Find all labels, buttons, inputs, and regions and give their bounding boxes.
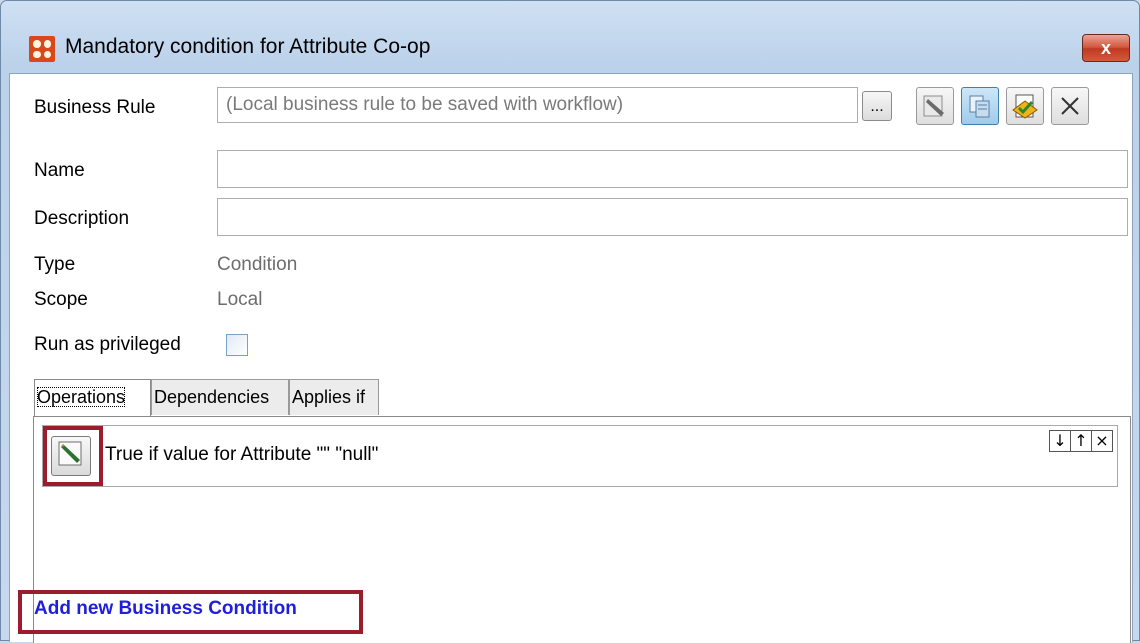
tab-operations[interactable]: Operations bbox=[34, 379, 151, 417]
dialog-body: Business Rule ... bbox=[9, 73, 1133, 643]
edit-rule-icon bbox=[922, 93, 948, 119]
scope-label: Scope bbox=[34, 289, 88, 310]
scope-value: Local bbox=[217, 289, 263, 310]
edit-condition-icon bbox=[56, 438, 86, 474]
close-button[interactable]: x bbox=[1082, 34, 1130, 62]
add-link-highlight: Add new Business Condition bbox=[18, 590, 363, 634]
tab-dependencies-label: Dependencies bbox=[154, 387, 270, 407]
edit-rule-button[interactable] bbox=[916, 87, 954, 125]
remove-operation-button[interactable]: × bbox=[1091, 430, 1113, 452]
edit-operation-button[interactable] bbox=[51, 436, 91, 476]
app-icon bbox=[29, 36, 55, 62]
business-rule-input[interactable] bbox=[217, 87, 858, 123]
tab-dependencies[interactable]: Dependencies bbox=[151, 379, 289, 415]
delete-rule-button[interactable] bbox=[1051, 87, 1089, 125]
tab-applies-if-label: Applies if bbox=[292, 387, 366, 407]
name-label: Name bbox=[34, 160, 85, 181]
dialog-window: Mandatory condition for Attribute Co-op … bbox=[0, 0, 1140, 643]
run-as-privileged-label: Run as privileged bbox=[34, 334, 181, 355]
operation-row[interactable]: True if value for Attribute "" "null" ↓ … bbox=[42, 425, 1118, 487]
window-title: Mandatory condition for Attribute Co-op bbox=[65, 35, 431, 58]
browse-business-rule-button[interactable]: ... bbox=[862, 91, 892, 121]
move-down-button[interactable]: ↓ bbox=[1049, 430, 1071, 452]
title-bar: Mandatory condition for Attribute Co-op … bbox=[1, 1, 1139, 73]
approve-rule-icon bbox=[1011, 92, 1039, 120]
tab-applies-if[interactable]: Applies if bbox=[289, 379, 379, 415]
name-input[interactable] bbox=[217, 150, 1128, 188]
move-up-button[interactable]: ↑ bbox=[1070, 430, 1092, 452]
run-as-privileged-checkbox[interactable] bbox=[226, 334, 248, 356]
business-rule-label: Business Rule bbox=[34, 97, 156, 118]
description-label: Description bbox=[34, 208, 130, 229]
approve-rule-button[interactable] bbox=[1006, 87, 1044, 125]
copy-rule-icon bbox=[967, 93, 993, 119]
delete-rule-icon bbox=[1058, 94, 1082, 118]
copy-rule-button[interactable] bbox=[961, 87, 999, 125]
row-controls: ↓ ↑ × bbox=[1049, 430, 1113, 452]
operation-text: True if value for Attribute "" "null" bbox=[105, 444, 379, 465]
type-label: Type bbox=[34, 254, 76, 275]
tab-operations-label: Operations bbox=[37, 387, 126, 407]
description-input[interactable] bbox=[217, 198, 1128, 236]
highlight-frame bbox=[43, 426, 103, 486]
add-business-condition-link[interactable]: Add new Business Condition bbox=[34, 598, 297, 620]
type-value: Condition bbox=[217, 254, 298, 275]
